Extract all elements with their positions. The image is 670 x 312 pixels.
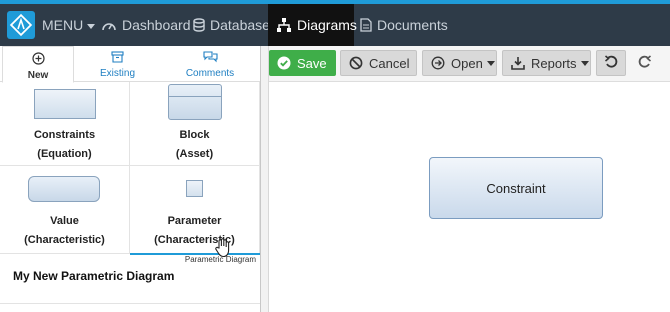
top-navbar: MENU Dashboard Database Diagrams Documen… [0, 0, 670, 46]
tab-label-comments: Comments [185, 68, 235, 79]
parameter-shape-icon [186, 180, 203, 197]
undo-icon [604, 54, 619, 72]
open-label: Open [451, 55, 483, 71]
menu-label: MENU [42, 17, 84, 33]
palette-label: Parameter [167, 215, 222, 227]
tab-comments[interactable]: Comments [170, 46, 250, 82]
palette-sublabel: (Asset) [175, 148, 214, 160]
palette-item-parameter[interactable]: Parameter (Characteristic) [130, 166, 260, 254]
redo-icon [637, 54, 652, 72]
reports-dropdown-button[interactable]: Reports [502, 50, 591, 76]
archive-icon [111, 51, 124, 66]
hand-cursor-icon [214, 238, 232, 263]
palette-item-constraints[interactable]: Constraints (Equation) [0, 82, 130, 166]
check-circle-icon [277, 56, 291, 70]
nav-label-documents: Documents [377, 17, 448, 33]
palette-label: Block [179, 129, 210, 141]
palette-item-block[interactable]: Block (Asset) [130, 82, 260, 166]
dashboard-icon [101, 18, 117, 32]
redo-button[interactable] [629, 50, 659, 76]
diagrams-icon [276, 17, 292, 33]
nav-item-documents[interactable]: Documents [360, 4, 448, 46]
nav-label-database: Database [210, 17, 270, 33]
palette-label: Constraints [33, 129, 96, 141]
divider [0, 303, 260, 304]
plus-circle-icon [31, 52, 45, 68]
save-label: Save [297, 55, 327, 71]
chevron-down-icon [87, 23, 96, 29]
document-icon [360, 18, 372, 32]
tab-existing[interactable]: Existing [80, 46, 155, 82]
palette-panel: New Existing Comments Constraints (Equat… [0, 46, 260, 312]
open-circle-arrow-icon [431, 56, 445, 70]
tab-label-existing: Existing [99, 68, 135, 79]
save-button[interactable]: Save [269, 50, 336, 76]
nav-item-database[interactable]: Database [193, 4, 270, 46]
comments-icon [202, 51, 218, 66]
nav-item-diagrams[interactable]: Diagrams [268, 4, 357, 46]
palette-sublabel: (Characteristic) [24, 234, 105, 246]
database-icon [193, 18, 205, 32]
tab-label-new: New [27, 70, 49, 81]
editor-toolbar: Save Cancel Open Reports [269, 46, 670, 82]
nav-label-dashboard: Dashboard [122, 17, 191, 33]
app-logo[interactable] [7, 11, 35, 39]
ban-icon [349, 56, 363, 70]
undo-button[interactable] [596, 50, 626, 76]
palette-label: Value [50, 215, 79, 227]
tab-new[interactable]: New [2, 46, 74, 83]
open-dropdown-button[interactable]: Open [422, 50, 497, 76]
nav-label-diagrams: Diagrams [297, 17, 357, 33]
chevron-down-icon [486, 60, 495, 66]
value-shape-icon [28, 176, 100, 202]
palette-sublabel: (Characteristic) [154, 234, 235, 246]
cancel-label: Cancel [369, 55, 410, 71]
palette-sublabel: (Equation) [37, 148, 92, 160]
panel-tabs: New Existing Comments [0, 46, 260, 83]
constraint-node[interactable]: Constraint [429, 157, 603, 219]
download-icon [511, 56, 525, 70]
constraint-shape-icon [34, 89, 96, 119]
panel-splitter[interactable] [260, 46, 269, 312]
palette-item-value[interactable]: Value (Characteristic) [0, 166, 130, 254]
block-shape-icon [168, 84, 222, 120]
diagram-name[interactable]: My New Parametric Diagram [13, 269, 174, 283]
reports-label: Reports [531, 55, 577, 71]
chevron-down-icon [580, 60, 589, 66]
cancel-button[interactable]: Cancel [340, 50, 417, 76]
menu-button[interactable]: MENU [42, 4, 96, 46]
diagram-canvas[interactable]: Constraint [269, 82, 670, 312]
nav-item-dashboard[interactable]: Dashboard [101, 4, 191, 46]
